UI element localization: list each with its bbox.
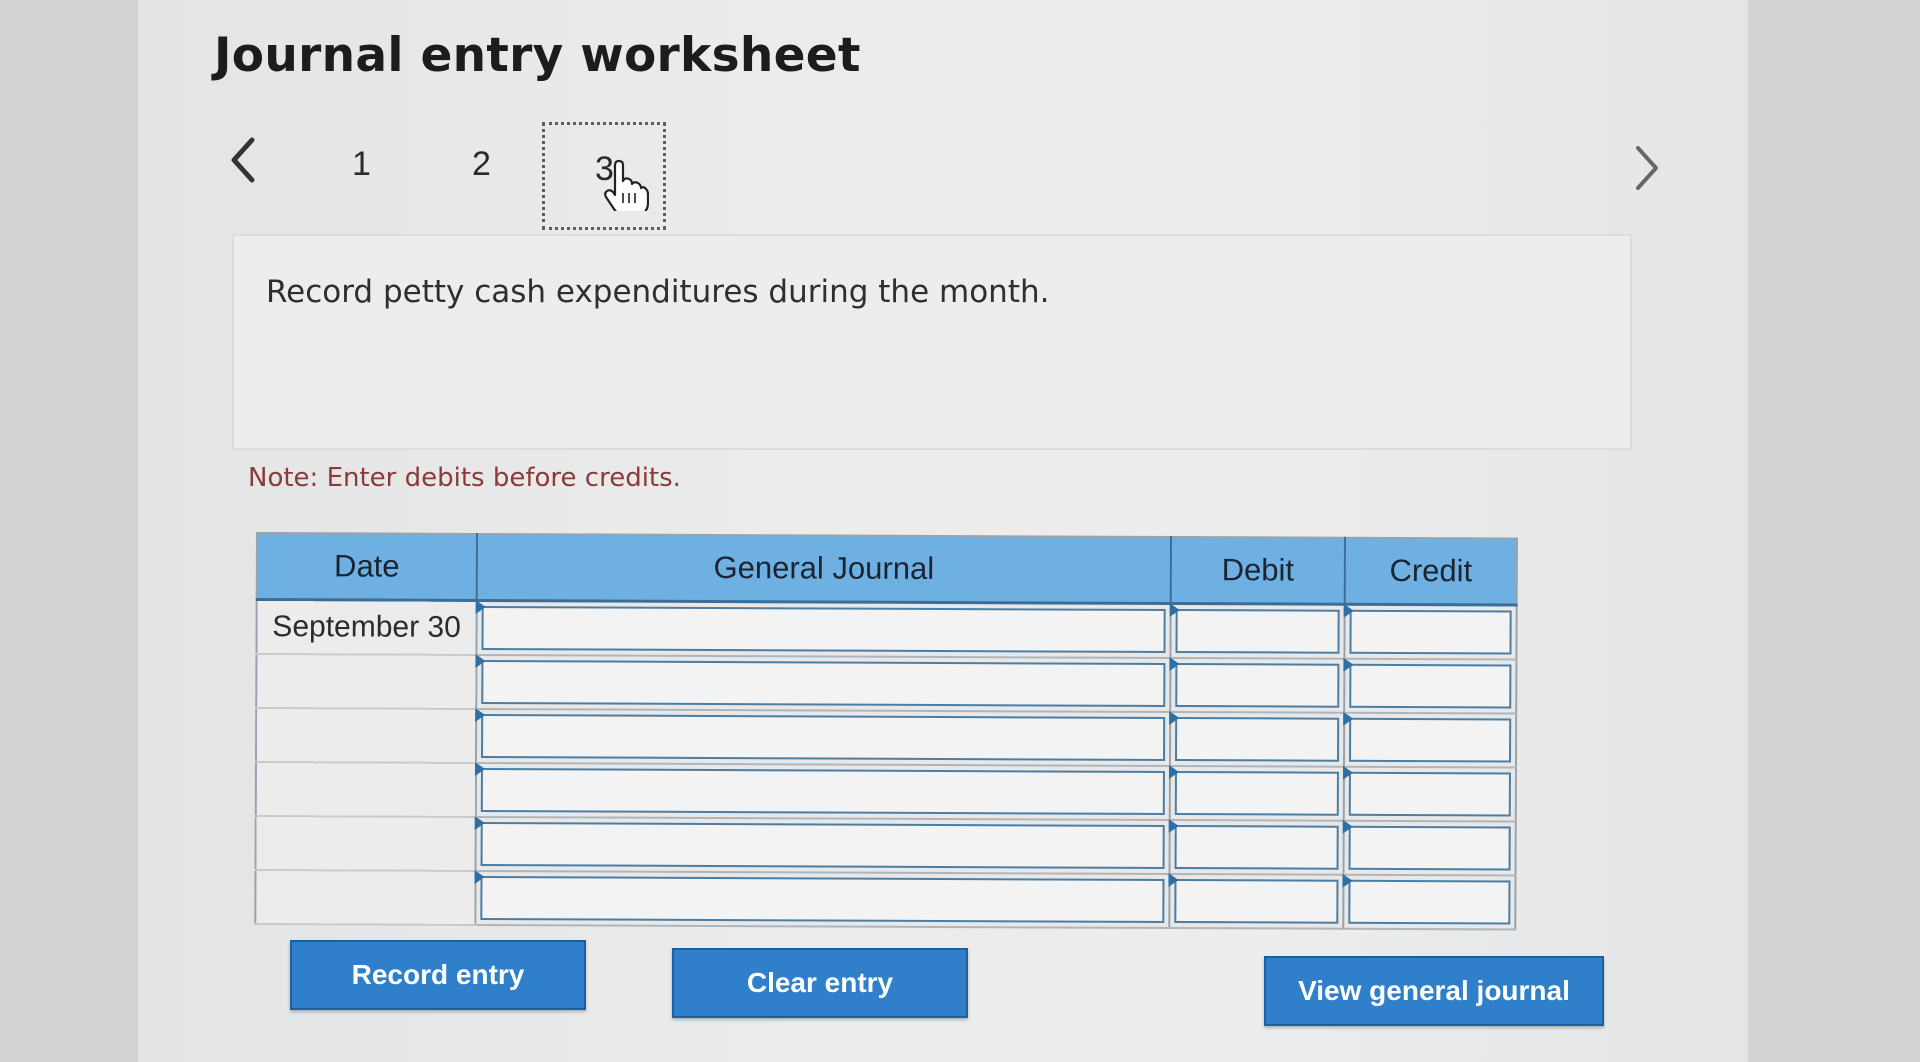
- table-row: [256, 653, 1517, 714]
- input-marker-icon: [1342, 765, 1353, 780]
- input-marker-icon: [1169, 602, 1180, 618]
- credit-cell: [1342, 873, 1516, 930]
- debit-cell: [1169, 602, 1345, 659]
- credit-input[interactable]: [1348, 771, 1511, 817]
- dropdown-marker-icon: [474, 815, 485, 831]
- account-cell: [475, 707, 1171, 766]
- debit-input[interactable]: [1175, 609, 1340, 654]
- debit-cell: [1169, 710, 1345, 767]
- input-marker-icon: [1168, 818, 1179, 834]
- date-cell: [255, 816, 476, 871]
- account-cell: [474, 815, 1170, 874]
- debit-cell: [1168, 872, 1344, 929]
- chevron-right-icon[interactable]: [1628, 140, 1664, 196]
- debit-input[interactable]: [1175, 663, 1340, 708]
- account-input[interactable]: [481, 605, 1166, 653]
- account-input[interactable]: [480, 767, 1165, 815]
- debit-input[interactable]: [1175, 717, 1340, 762]
- input-marker-icon: [1169, 710, 1180, 726]
- credit-cell: [1342, 765, 1516, 822]
- input-marker-icon: [1343, 603, 1354, 618]
- table-row: September 30: [256, 599, 1517, 660]
- dropdown-marker-icon: [474, 761, 485, 777]
- table-header-row: Date General Journal Debit Credit: [256, 533, 1517, 606]
- input-marker-icon: [1168, 764, 1179, 780]
- column-header-date: Date: [256, 533, 477, 601]
- chevron-left-icon[interactable]: [226, 132, 262, 188]
- debit-cell: [1168, 818, 1344, 875]
- step-tab-3[interactable]: 3: [542, 122, 666, 230]
- credit-input[interactable]: [1348, 879, 1511, 925]
- input-marker-icon: [1342, 873, 1353, 888]
- date-cell: [256, 654, 477, 709]
- column-header-credit: Credit: [1344, 537, 1517, 606]
- dropdown-marker-icon: [474, 869, 485, 885]
- column-header-general-journal: General Journal: [476, 533, 1171, 604]
- input-marker-icon: [1342, 819, 1353, 834]
- debit-input[interactable]: [1174, 825, 1339, 870]
- view-general-journal-button[interactable]: View general journal: [1264, 956, 1604, 1026]
- page-title: Journal entry worksheet: [214, 28, 861, 83]
- account-input[interactable]: [480, 821, 1165, 869]
- credit-input[interactable]: [1348, 825, 1511, 871]
- account-cell: [474, 869, 1170, 928]
- dropdown-marker-icon: [475, 599, 486, 615]
- credit-cell: [1343, 603, 1517, 660]
- table-row: [255, 869, 1516, 930]
- credit-cell: [1343, 657, 1517, 714]
- debit-cell: [1168, 764, 1344, 821]
- input-marker-icon: [1343, 711, 1354, 726]
- credit-input[interactable]: [1349, 717, 1512, 763]
- credit-input[interactable]: [1349, 609, 1512, 655]
- step-tab-2[interactable]: 2: [472, 145, 491, 184]
- column-header-debit: Debit: [1170, 536, 1345, 605]
- journal-entry-table: Date General Journal Debit Credit Septem…: [254, 532, 1518, 931]
- account-cell: [474, 761, 1170, 820]
- date-cell: September 30: [256, 599, 477, 655]
- account-input[interactable]: [481, 713, 1166, 761]
- credit-cell: [1343, 711, 1517, 768]
- date-cell: [255, 708, 477, 763]
- account-input[interactable]: [481, 659, 1166, 707]
- debit-input[interactable]: [1174, 879, 1339, 924]
- account-cell: [475, 599, 1171, 658]
- credit-cell: [1342, 819, 1516, 876]
- account-input[interactable]: [480, 875, 1165, 923]
- dropdown-marker-icon: [475, 707, 486, 723]
- date-cell: [255, 762, 476, 817]
- table-row: [255, 761, 1516, 822]
- table-row: [255, 815, 1516, 876]
- step-tab-1[interactable]: 1: [352, 145, 371, 184]
- credit-input[interactable]: [1349, 663, 1512, 709]
- debit-cell: [1169, 656, 1345, 713]
- date-cell: [255, 870, 476, 925]
- account-cell: [475, 653, 1171, 712]
- instruction-box: Record petty cash expenditures during th…: [232, 234, 1632, 450]
- table-row: [255, 707, 1517, 768]
- hand-pointer-icon: [601, 159, 650, 220]
- note-text: Note: Enter debits before credits.: [248, 463, 681, 493]
- debit-input[interactable]: [1174, 771, 1339, 816]
- input-marker-icon: [1168, 872, 1179, 888]
- instruction-text: Record petty cash expenditures during th…: [266, 274, 1050, 310]
- input-marker-icon: [1343, 657, 1354, 672]
- dropdown-marker-icon: [475, 653, 486, 669]
- input-marker-icon: [1169, 656, 1180, 672]
- clear-entry-button[interactable]: Clear entry: [672, 948, 968, 1018]
- record-entry-button[interactable]: Record entry: [290, 940, 586, 1010]
